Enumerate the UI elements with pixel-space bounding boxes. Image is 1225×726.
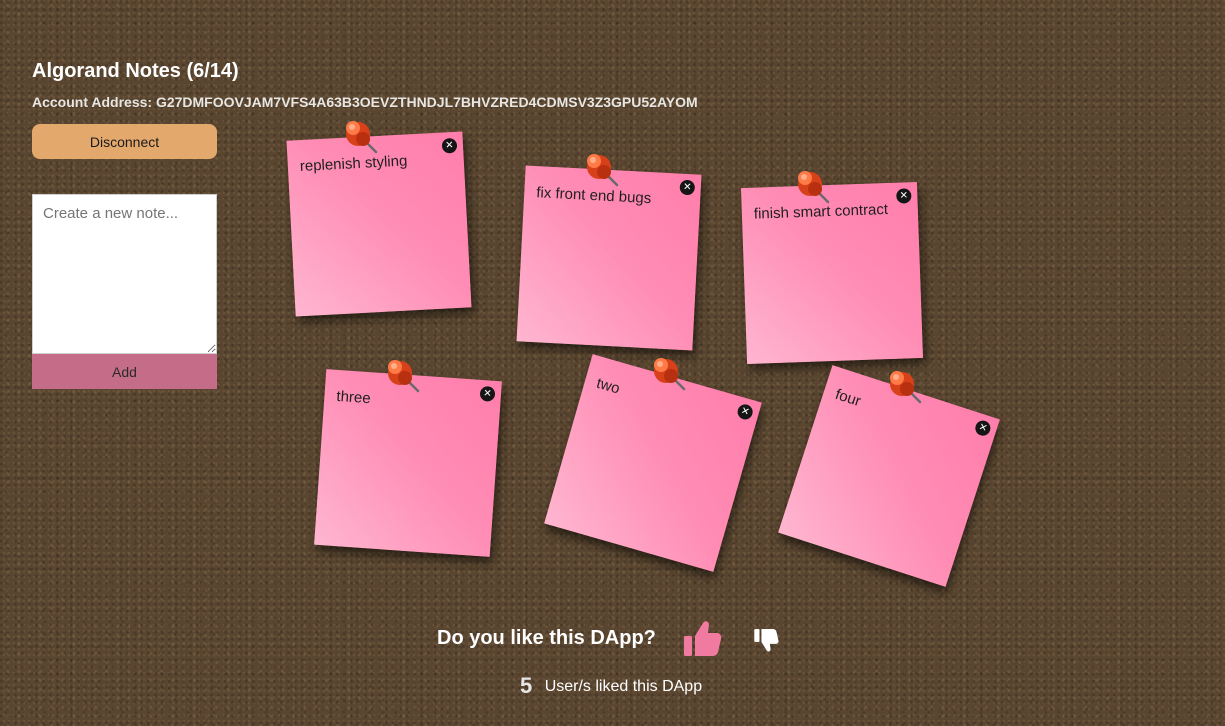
account-address: Account Address: G27DMFOOVJAM7VFS4A63B3O… [32,94,698,110]
like-count-row: 5 User/s liked this DApp [520,673,702,699]
sticky-note: finish smart contract ✕ [740,181,924,365]
like-question: Do you like this DApp? [437,627,656,649]
pushpin-icon [585,152,619,187]
new-note-input[interactable] [32,194,217,354]
pushpin-icon [386,358,420,393]
note-text: three [335,387,372,408]
sticky-note: three ✕ [314,369,502,557]
thumbs-down-icon[interactable] [753,627,779,653]
note-text: four [833,385,863,411]
add-note-button[interactable]: Add [32,354,217,389]
disconnect-button[interactable]: Disconnect [32,124,217,159]
pushpin-icon [888,369,922,404]
sticky-note: replenish styling ✕ [286,131,472,317]
new-note-form: Add [32,194,217,389]
note-text: two [594,374,622,398]
delete-note-icon[interactable]: ✕ [479,385,496,402]
pushpin-icon [344,119,378,154]
pushpin-icon [796,169,830,204]
delete-note-icon[interactable]: ✕ [735,402,755,422]
thumbs-up-icon[interactable] [682,620,722,658]
delete-note-icon[interactable]: ✕ [441,137,458,154]
like-count-label: User/s liked this DApp [544,678,703,695]
delete-note-icon[interactable]: ✕ [896,188,912,204]
pushpin-icon [652,356,686,391]
delete-note-icon[interactable]: ✕ [973,418,993,438]
like-count: 5 [520,673,533,698]
app-title: Algorand Notes (6/14) [32,60,239,82]
delete-note-icon[interactable]: ✕ [679,179,696,196]
sticky-note: fix front end bugs ✕ [516,165,702,351]
